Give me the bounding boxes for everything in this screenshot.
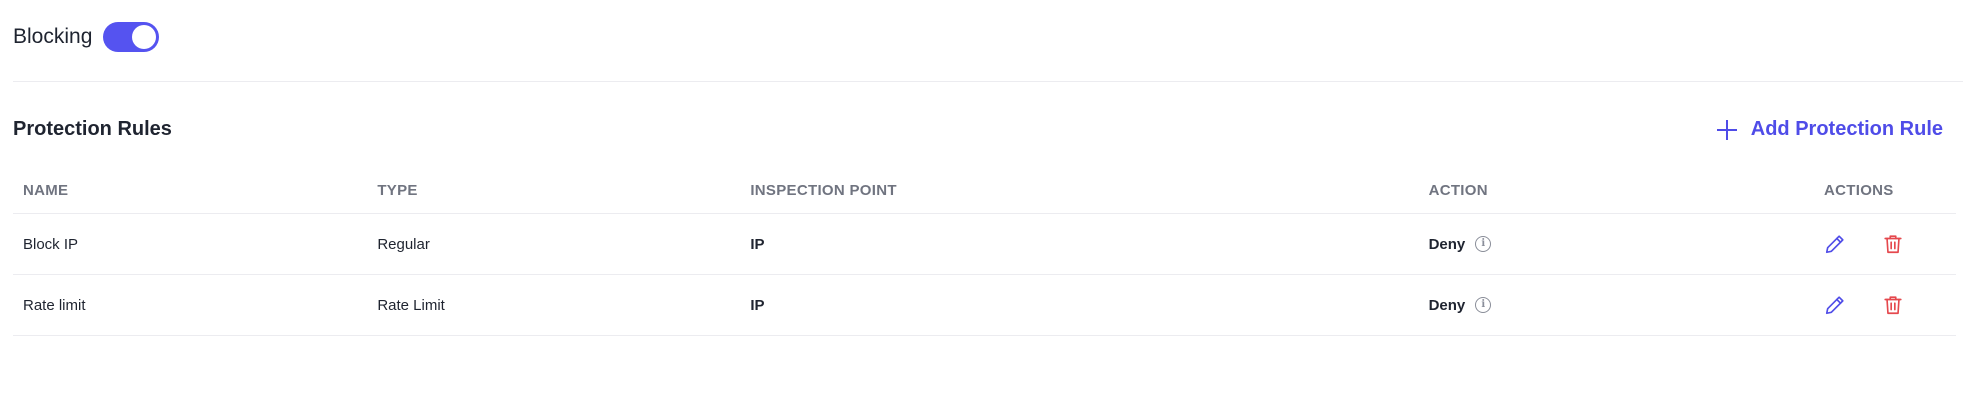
table-row[interactable]: Block IP Regular IP Deny i [13, 213, 1956, 275]
table-header-row: NAME TYPE INSPECTION POINT ACTION ACTION… [13, 168, 1956, 214]
cell-row-actions [1761, 274, 1956, 336]
table-row[interactable]: Rate limit Rate Limit IP Deny i [13, 274, 1956, 336]
page: Blocking Protection Rules Add Protection… [0, 0, 1963, 400]
cell-type: Rate Limit [367, 274, 741, 336]
action-value: Deny [1428, 235, 1466, 253]
cell-inspection-point: IP [740, 274, 1419, 336]
info-icon[interactable]: i [1475, 297, 1492, 313]
delete-button[interactable] [1881, 232, 1905, 256]
section-title: Protection Rules [13, 118, 172, 140]
section-header: Protection Rules Add Protection Rule [13, 118, 1943, 141]
cell-row-actions [1761, 213, 1956, 275]
cell-type: Regular [367, 213, 741, 275]
plus-icon [1716, 119, 1737, 140]
cell-name: Rate limit [13, 274, 368, 336]
pencil-icon [1825, 296, 1844, 315]
trash-icon [1884, 296, 1902, 315]
blocking-label: Blocking [13, 25, 93, 48]
cell-action: Deny i [1418, 213, 1762, 275]
column-header-name[interactable]: NAME [13, 168, 368, 214]
delete-button[interactable] [1881, 293, 1905, 317]
edit-button[interactable] [1823, 293, 1847, 317]
protection-rules-table: NAME TYPE INSPECTION POINT ACTION ACTION… [13, 168, 1956, 336]
blocking-toggle[interactable] [103, 22, 160, 52]
edit-button[interactable] [1823, 232, 1847, 256]
column-header-type[interactable]: TYPE [367, 168, 741, 214]
column-header-actions: ACTIONS [1761, 168, 1956, 214]
divider [13, 81, 1963, 82]
cell-name: Block IP [13, 213, 368, 275]
add-protection-rule-label: Add Protection Rule [1750, 118, 1943, 140]
trash-icon [1884, 235, 1902, 254]
cell-action: Deny i [1418, 274, 1762, 336]
info-icon[interactable]: i [1475, 236, 1492, 252]
cell-inspection-point: IP [740, 213, 1419, 275]
toggle-knob [132, 25, 157, 49]
pencil-icon [1825, 235, 1844, 254]
action-value: Deny [1428, 296, 1466, 314]
blocking-row: Blocking [13, 22, 160, 52]
column-header-action[interactable]: ACTION [1418, 168, 1762, 214]
column-header-inspection-point[interactable]: INSPECTION POINT [740, 168, 1419, 214]
add-protection-rule-button[interactable]: Add Protection Rule [1716, 118, 1943, 141]
